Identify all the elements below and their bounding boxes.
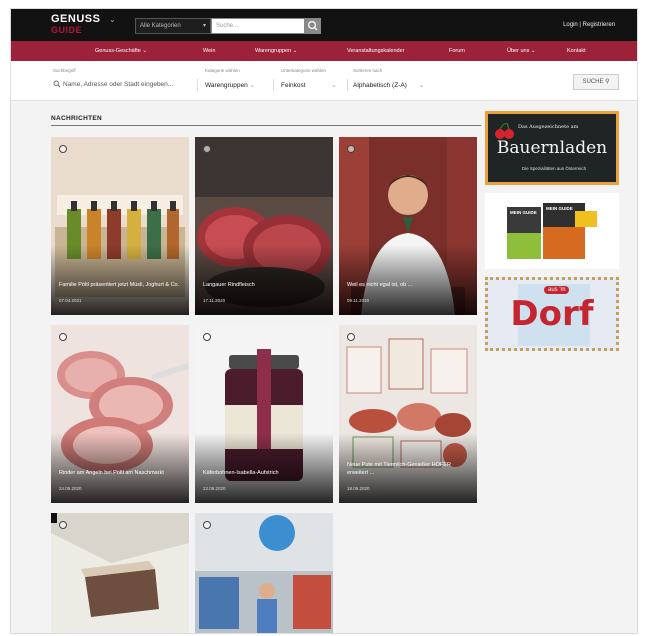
nav-label: Über uns: [507, 48, 530, 54]
news-card-image: [51, 513, 189, 633]
news-card[interactable]: Weil es nicht egal ist, ob ... 09.11.202…: [339, 137, 477, 315]
gallery-icon: [59, 145, 67, 153]
category-select-value: Alle Kategorien: [140, 23, 181, 29]
login-register-link[interactable]: Login | Registrieren: [563, 22, 615, 28]
chevron-down-icon: ⌄: [331, 82, 337, 89]
ad-bauernladen[interactable]: Das Ausgezeichnete am Bauernladen Die Sp…: [485, 111, 619, 185]
ad-guide-badge: MEIN GUIDE: [510, 210, 537, 215]
gallery-icon: [203, 333, 211, 341]
gallery-icon: [59, 521, 67, 529]
divider: [197, 79, 198, 91]
news-card-title: Rinder am Angeln bei Pöltl am Naschmarkt: [59, 470, 164, 476]
category-select[interactable]: Alle Kategorien ▾: [135, 18, 211, 34]
chevron-down-icon: ▾: [202, 23, 206, 29]
news-card-title: Langauer Rindfleisch: [203, 282, 255, 288]
ad-dorf-title: Dorf: [510, 294, 594, 334]
nav-label: Warengruppen: [255, 48, 292, 54]
group-select-value: Warengruppen: [205, 82, 248, 89]
ad-guide-badge: MEIN GUIDE: [546, 206, 573, 211]
gallery-icon: [347, 145, 355, 153]
chevron-down-icon: ⌄: [109, 15, 116, 24]
news-card-title: Weil es nicht egal ist, ob ...: [347, 282, 413, 288]
card-overlay: [51, 245, 189, 315]
news-card-title: Familie Pöltl präsentiert jetzt Müsli, J…: [59, 282, 180, 288]
news-card[interactable]: Rinder am Angeln bei Pöltl am Naschmarkt…: [51, 325, 189, 503]
chevron-down-icon: ⌄: [530, 48, 536, 54]
group-label: Kategorie wählen: [205, 68, 240, 73]
ad-bauernladen-sub: Die Spezialitäten aus Österreich: [521, 166, 587, 171]
sort-select-value: Alphabetisch (Z-A): [353, 82, 407, 89]
top-search-button[interactable]: [305, 18, 321, 34]
main-nav: Genuss-Geschäfte ⌄ Wein Warengruppen ⌄ V…: [11, 41, 637, 61]
ad-bauernladen-title: Bauernladen: [496, 138, 608, 158]
search-icon: [307, 20, 318, 31]
top-bar: GENUSS GUIDE ⌄ Alle Kategorien ▾ Suche..…: [11, 9, 637, 41]
news-card[interactable]: [51, 513, 189, 633]
chevron-down-icon: ⌄: [418, 82, 425, 89]
news-card-date: 22.09.2020: [203, 486, 226, 491]
card-overlay: [195, 245, 333, 315]
filter-search-button-label: SUCHE: [582, 79, 604, 85]
filter-search-button[interactable]: SUCHE ⚲: [573, 74, 619, 90]
card-overlay: [51, 433, 189, 503]
search-icon: [53, 80, 61, 88]
top-search-input[interactable]: Suche...: [211, 18, 305, 34]
gallery-icon: [59, 333, 67, 341]
card-overlay: [195, 433, 333, 503]
logo-line1: GENUSS: [51, 13, 101, 25]
ad-bauernladen-small: Das Ausgezeichnete am: [518, 124, 579, 130]
nav-item-kontakt[interactable]: Kontakt: [567, 48, 586, 54]
nav-item-ueber-uns[interactable]: Über uns ⌄: [507, 48, 535, 54]
nav-item-veranstaltungskalender[interactable]: Veranstaltungskalender: [347, 48, 404, 54]
logo-line2: GUIDE: [51, 25, 83, 35]
chevron-down-icon: ⌄: [249, 82, 256, 89]
search-label: Suchbegriff: [53, 68, 76, 73]
ad-guide-books-image: [507, 203, 597, 259]
news-card-date: 24.09.2020: [59, 486, 82, 491]
nav-item-warengruppen[interactable]: Warengruppen ⌄: [255, 48, 297, 54]
news-card-title: Neue Pute mit Tiermilch-Genießer HOFER e…: [347, 462, 451, 476]
news-heading-underline: [51, 125, 481, 126]
divider: [347, 79, 348, 91]
subcategory-label: Unterkategorie wählen: [281, 68, 327, 73]
news-card[interactable]: Familie Pöltl präsentiert jetzt Müsli, J…: [51, 137, 189, 315]
news-card[interactable]: Käferbohnen-Isabella-Aufstrich 22.09.202…: [195, 325, 333, 503]
news-card-title: Käferbohnen-Isabella-Aufstrich: [203, 470, 279, 476]
ad-aus-m-dorf[interactable]: aus 'm Dorf: [485, 277, 619, 351]
ad-guide-books[interactable]: MEIN GUIDE MEIN GUIDE: [485, 193, 619, 269]
news-card-date: 17.11.2020: [203, 298, 226, 303]
subcategory-select-value: Feinkost: [281, 82, 306, 89]
location-search-input[interactable]: Name, Adresse oder Stadt eingeben...: [63, 81, 173, 88]
site-logo[interactable]: GENUSS GUIDE ⌄: [51, 13, 116, 35]
card-overlay: [339, 245, 477, 315]
chevron-down-icon: ⌄: [292, 48, 298, 54]
filter-bar: Suchbegriff Name, Adresse oder Stadt ein…: [11, 61, 637, 101]
news-card-date: 09.11.2020: [347, 298, 370, 303]
group-select[interactable]: Warengruppen ⌄: [205, 81, 255, 89]
browser-page: GENUSS GUIDE ⌄ Alle Kategorien ▾ Suche..…: [10, 8, 638, 634]
sort-label: Sortieren nach: [353, 68, 383, 73]
news-heading: NACHRICHTEN: [51, 115, 102, 122]
news-card-date: 07.04.2021: [59, 298, 82, 303]
ad-dorf-small: aus 'm: [544, 286, 570, 294]
news-card[interactable]: [195, 513, 333, 633]
nav-label: Genuss-Geschäfte: [95, 48, 141, 54]
sort-select[interactable]: Alphabetisch (Z-A) ⌄: [353, 81, 424, 89]
subcategory-select[interactable]: Feinkost ⌄: [281, 81, 337, 89]
gallery-icon: [203, 521, 211, 529]
divider: [273, 79, 274, 91]
gallery-icon: [203, 145, 211, 153]
nav-item-genuss-geschaefte[interactable]: Genuss-Geschäfte ⌄: [95, 48, 147, 54]
news-card-date: 18.09.2020: [347, 486, 370, 491]
nav-item-wein[interactable]: Wein: [203, 48, 215, 54]
news-card[interactable]: Langauer Rindfleisch 17.11.2020: [195, 137, 333, 315]
news-card[interactable]: Neue Pute mit Tiermilch-Genießer HOFER e…: [339, 325, 477, 503]
nav-item-forum[interactable]: Forum: [449, 48, 465, 54]
search-icon: ⚲: [605, 79, 610, 85]
gallery-icon: [347, 333, 355, 341]
chevron-down-icon: ⌄: [142, 48, 147, 54]
news-card-image: [195, 513, 333, 633]
top-search-placeholder: Suche...: [216, 23, 239, 29]
